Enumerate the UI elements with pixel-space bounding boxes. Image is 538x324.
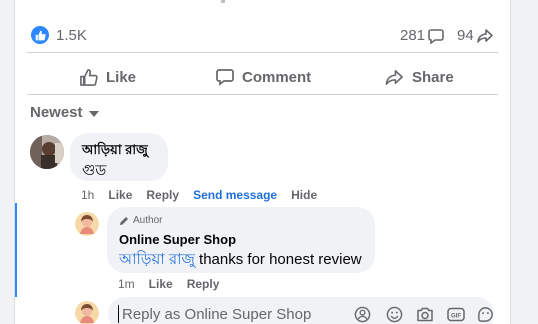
reply-like-link[interactable]: Like <box>149 277 173 291</box>
reply-author[interactable]: Online Super Shop <box>119 232 236 247</box>
sticker-icon[interactable] <box>476 305 494 323</box>
reply-time[interactable]: 1m <box>118 277 135 291</box>
reply-text-body: thanks for honest review <box>194 251 362 268</box>
thread-highlight <box>15 203 17 297</box>
comment-sort-dropdown[interactable]: Newest <box>30 104 99 121</box>
comment-text: গুড <box>82 162 107 179</box>
page-avatar[interactable] <box>75 212 99 236</box>
like-label: Like <box>106 68 137 86</box>
like-button[interactable]: Like <box>79 65 136 89</box>
post-card: 1.5K 281 94 Like Comment Share Newest আড… <box>14 0 511 324</box>
reply-input[interactable]: Reply as Online Super Shop GIF <box>108 297 494 324</box>
reply-placeholder: Reply as Online Super Shop <box>122 306 312 323</box>
pencil-icon <box>120 216 128 225</box>
camera-icon[interactable] <box>416 305 434 323</box>
divider <box>27 94 498 95</box>
caret-down-icon <box>88 110 99 117</box>
reply-text: আড়িয়া রাজু thanks for honest review <box>119 248 362 273</box>
comment-time[interactable]: 1h <box>81 188 94 202</box>
share-button[interactable]: Share <box>385 65 454 89</box>
comment-label: Comment <box>242 68 312 86</box>
comment-reply-link[interactable]: Reply <box>146 188 179 202</box>
sort-label: Newest <box>30 104 83 121</box>
reaction-count[interactable]: 1.5K <box>56 27 87 44</box>
emoji-icon[interactable] <box>385 305 403 323</box>
comment-icon <box>216 69 234 86</box>
share-label: Share <box>412 68 454 86</box>
text-cursor <box>118 305 119 323</box>
reply-actions: 1m Like Reply <box>118 277 233 291</box>
reply-reply-link[interactable]: Reply <box>187 277 220 291</box>
share-icon <box>385 69 403 85</box>
comment-button[interactable]: Comment <box>216 65 311 89</box>
share-arrow-icon <box>476 28 493 43</box>
comment-bubble: আড়িয়া রাজু গুড <box>70 133 168 181</box>
divider <box>27 52 498 53</box>
thumbs-up-icon <box>80 68 98 86</box>
author-badge-label: Author <box>133 215 163 226</box>
svg-text:GIF: GIF <box>451 313 461 319</box>
comment-count-value: 281 <box>400 27 426 44</box>
comment-like-link[interactable]: Like <box>108 188 132 202</box>
scrollbar[interactable] <box>520 0 526 324</box>
comment-bubble-icon <box>428 28 444 44</box>
reply-mention[interactable]: আড়িয়া রাজু <box>119 251 195 268</box>
gif-icon[interactable]: GIF <box>447 305 465 323</box>
post-top-edge <box>221 0 225 3</box>
commenter-avatar[interactable] <box>30 135 64 169</box>
share-count[interactable]: 94 <box>457 27 493 44</box>
comment-count[interactable]: 281 <box>400 27 444 44</box>
send-message-link[interactable]: Send message <box>193 188 277 202</box>
share-count-value: 94 <box>457 27 474 44</box>
author-badge: Author <box>119 215 162 226</box>
avatar-sticker-icon[interactable] <box>353 305 371 323</box>
hide-comment-link[interactable]: Hide <box>291 188 317 202</box>
like-reaction-icon[interactable] <box>31 26 49 44</box>
reply-bubble: Author Online Super Shop আড়িয়া রাজু th… <box>107 207 375 273</box>
composer-avatar <box>75 301 99 324</box>
comment-actions: 1h Like Reply Send message Hide <box>81 188 331 202</box>
